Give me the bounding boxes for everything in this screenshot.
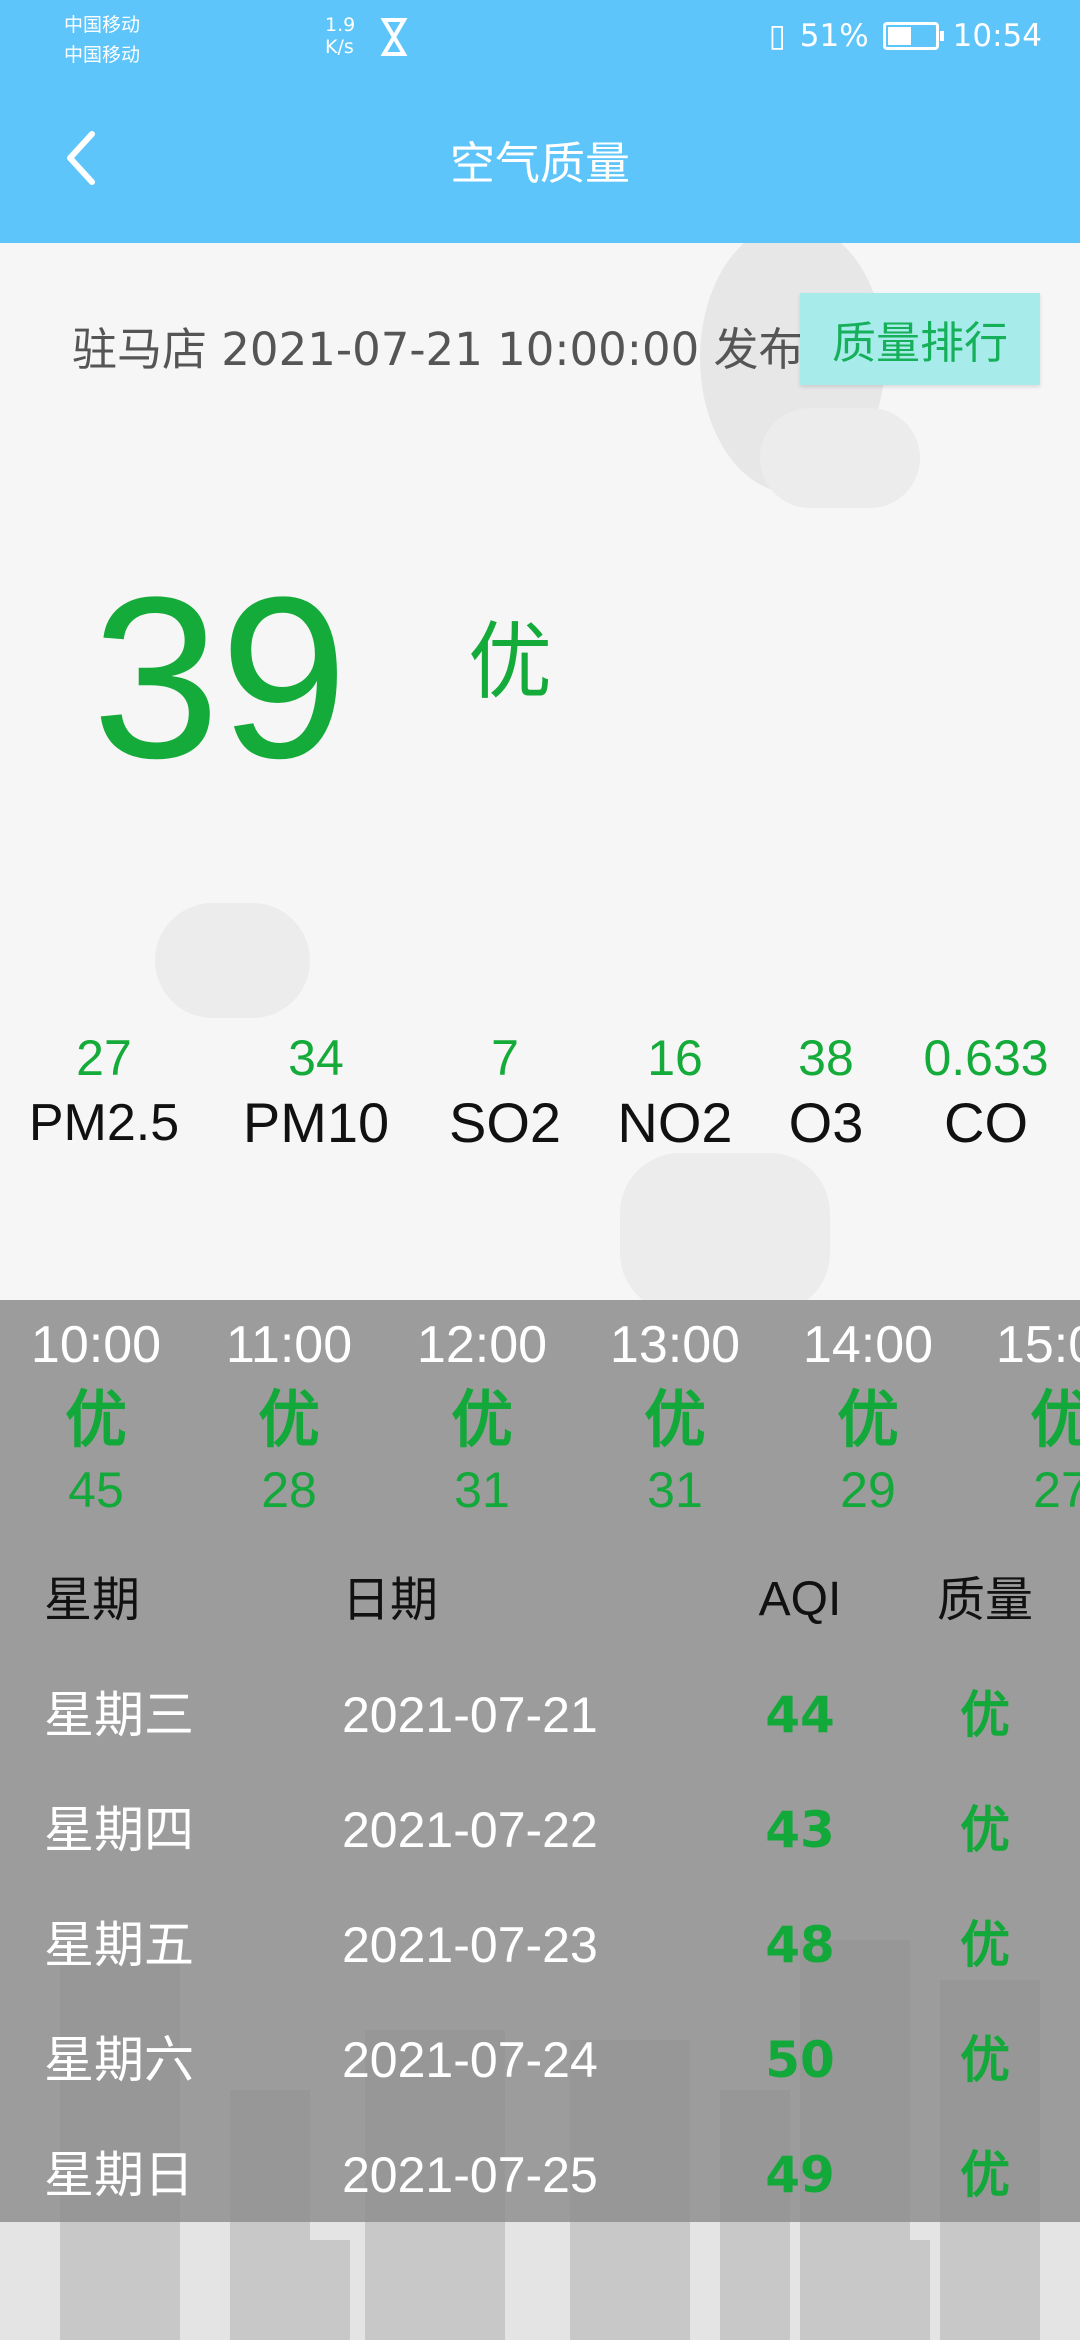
app-bar: 空气质量	[0, 75, 1080, 243]
hourly-item: 13:00 优 31	[610, 1310, 740, 1520]
hour-level: 优	[257, 1383, 320, 1456]
hour-aqi: 45	[68, 1462, 124, 1518]
row-quality: 优	[960, 1801, 1010, 1859]
row-quality: 优	[960, 2031, 1010, 2089]
vibrate-icon: ▯	[768, 18, 786, 54]
aqi-panel: 驻马店 2021-07-21 10:00:00 发布 质量排行 39 优 27 …	[0, 243, 1080, 1300]
table-row: 星期三 2021-07-21 44 优	[0, 1675, 1080, 1785]
row-date: 2021-07-21	[342, 1687, 598, 1743]
row-quality: 优	[960, 1686, 1010, 1744]
hourly-item-clipped: 15:00 优 27	[990, 1310, 1080, 1550]
pollutant-value: 34	[288, 1030, 344, 1086]
hour-level: 优	[1029, 1383, 1080, 1456]
pollutant-name: CO	[944, 1091, 1028, 1154]
pollutant-value: 27	[76, 1030, 132, 1086]
building-illustration	[860, 2240, 930, 2340]
pollutant-pm25: 27 PM2.5	[29, 1028, 179, 1158]
table-row: 星期六 2021-07-24 50 优	[0, 2020, 1080, 2130]
row-aqi: 50	[765, 2031, 835, 2089]
cloud-illustration	[155, 903, 310, 1018]
hour-time: 14:00	[802, 1316, 934, 1374]
forecast-section: 10:00 优 45 11:00 优 28 12:00 优 31 13:00 优…	[0, 1300, 1080, 2340]
hour-time: 13:00	[609, 1316, 741, 1374]
row-date: 2021-07-22	[342, 1802, 598, 1858]
net-speed: 1.9 K/s	[325, 14, 356, 58]
pollutant-so2: 7 SO2	[449, 1028, 561, 1158]
row-aqi: 44	[765, 1686, 835, 1744]
hour-aqi: 28	[261, 1462, 317, 1518]
row-aqi: 48	[765, 1916, 835, 1974]
hour-aqi: 31	[454, 1462, 510, 1518]
pollutant-name: PM2.5	[28, 1094, 180, 1152]
battery-percent: 51%	[799, 18, 869, 54]
row-weekday: 星期四	[44, 1802, 194, 1858]
row-weekday: 星期五	[44, 1917, 194, 1973]
header-weekday: 星期	[44, 1572, 141, 1628]
page-title: 空气质量	[449, 137, 630, 190]
hour-level: 优	[643, 1383, 707, 1456]
cloud-illustration	[620, 1153, 830, 1300]
pollutant-o3: 38 O3	[789, 1028, 864, 1158]
pollutant-no2: 16 NO2	[617, 1028, 732, 1158]
aqi-value: 39	[92, 549, 348, 806]
hourly-item: 11:00 优 28	[226, 1310, 352, 1520]
table-row: 星期四 2021-07-22 43 优	[0, 1790, 1080, 1900]
row-aqi: 49	[765, 2146, 835, 2204]
row-date: 2021-07-23	[342, 1917, 598, 1973]
pollutant-name: NO2	[617, 1091, 733, 1154]
pollutant-name: PM10	[242, 1091, 390, 1154]
hour-aqi: 29	[840, 1462, 896, 1518]
row-date: 2021-07-24	[342, 2032, 598, 2088]
hourly-item: 15:00 优 27	[996, 1310, 1080, 1520]
quality-ranking-button[interactable]: 质量排行	[800, 293, 1040, 385]
row-weekday: 星期三	[44, 1687, 194, 1743]
pollutant-value: 16	[647, 1030, 703, 1086]
hourly-item: 12:00 优 31	[417, 1310, 547, 1520]
publish-info: 驻马店 2021-07-21 10:00:00 发布	[72, 323, 804, 376]
header-quality: 质量	[936, 1572, 1033, 1628]
pollutant-list: 27 PM2.5 34 PM10 7 SO2 16 NO2 38 O3 0.63…	[0, 1028, 1080, 1158]
row-quality: 优	[960, 1916, 1010, 1974]
table-row: 星期五 2021-07-23 48 优	[0, 1905, 1080, 2015]
hour-time: 12:00	[416, 1316, 548, 1374]
carrier-info: 中国移动 中国移动	[64, 10, 140, 70]
aqi-level: 优	[468, 613, 553, 711]
building-illustration	[300, 2240, 350, 2340]
pollutant-value: 0.633	[923, 1030, 1049, 1086]
hourglass-icon	[380, 18, 408, 56]
hour-aqi: 31	[647, 1462, 703, 1518]
row-weekday: 星期日	[44, 2147, 194, 2203]
status-bar: 中国移动 中国移动 1.9 K/s ▯ 51% 10:54	[0, 0, 1080, 75]
carrier-2: 中国移动	[64, 44, 141, 66]
pollutant-name: O3	[788, 1091, 864, 1154]
header-aqi: AQI	[758, 1573, 842, 1626]
hourly-item: 10:00 优 45	[31, 1310, 161, 1520]
hour-level: 优	[64, 1383, 128, 1456]
row-date: 2021-07-25	[342, 2147, 598, 2203]
battery-icon	[882, 22, 944, 50]
hour-level: 优	[836, 1383, 900, 1456]
row-aqi: 43	[765, 1801, 835, 1859]
hour-time: 10:00	[30, 1316, 162, 1374]
clock: 10:54	[952, 18, 1042, 54]
cloud-illustration	[760, 408, 920, 508]
row-weekday: 星期六	[44, 2032, 194, 2088]
hourly-item: 14:00 优 29	[803, 1310, 933, 1520]
header-date: 日期	[342, 1572, 439, 1628]
hour-time: 15:00	[995, 1316, 1080, 1374]
hour-time: 11:00	[225, 1316, 353, 1374]
hour-aqi: 27	[1033, 1462, 1080, 1518]
hourly-forecast[interactable]: 10:00 优 45 11:00 优 28 12:00 优 31 13:00 优…	[0, 1310, 1080, 1550]
pollutant-pm10: 34 PM10	[243, 1028, 389, 1158]
carrier-1: 中国移动	[64, 14, 141, 36]
row-quality: 优	[960, 2146, 1010, 2204]
pollutant-value: 7	[491, 1030, 519, 1086]
table-row: 星期日 2021-07-25 49 优	[0, 2135, 1080, 2245]
pollutant-value: 38	[798, 1030, 854, 1086]
table-header: 星期 日期 AQI 质量	[0, 1560, 1080, 1670]
pollutant-co: 0.633 CO	[923, 1028, 1048, 1158]
pollutant-name: SO2	[448, 1091, 562, 1154]
hour-level: 优	[450, 1383, 514, 1456]
status-right: ▯ 51% 10:54	[769, 18, 1042, 54]
